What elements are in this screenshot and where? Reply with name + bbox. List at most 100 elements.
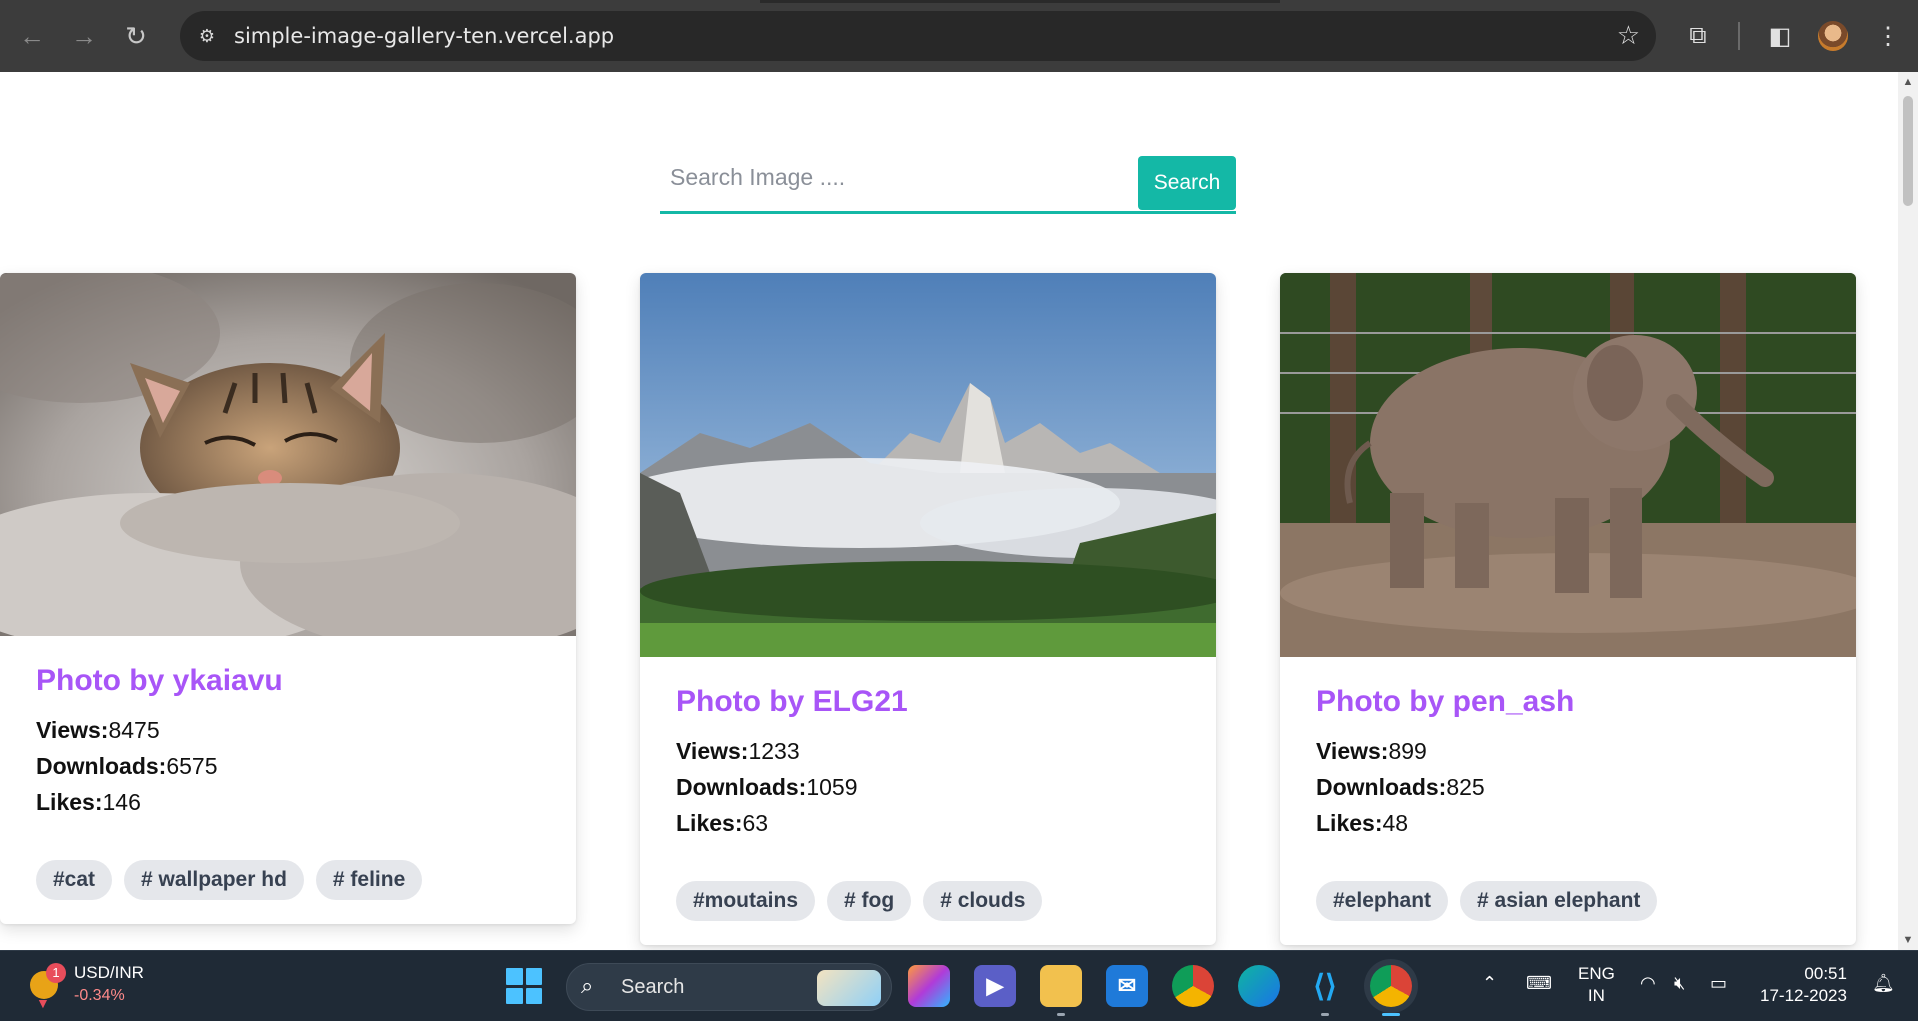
tag-chip[interactable]: # clouds (923, 881, 1043, 921)
scroll-up-arrow-icon[interactable]: ▲ (1902, 76, 1914, 88)
mountain-photo (640, 273, 1216, 657)
tag-chip[interactable]: #elephant (1316, 881, 1449, 921)
edge-icon[interactable] (1238, 965, 1280, 1007)
scroll-down-arrow-icon[interactable]: ▼ (1902, 934, 1914, 946)
search-form: Search (660, 144, 1236, 214)
extensions-icon[interactable]: ⧉ (1680, 18, 1716, 54)
windows-taskbar: 1 ▼ USD/INR -0.34% ⌕ Search ▶ ✉ ⟨⟩ ⌃ ⌨ E… (0, 950, 1918, 1021)
likes-label: Likes: (1316, 810, 1383, 836)
views-value: 1233 (748, 738, 800, 764)
likes-label: Likes: (676, 810, 743, 836)
notification-badge: 1 (46, 963, 66, 983)
side-panel-icon[interactable]: ◧ (1762, 18, 1798, 54)
clock-time: 00:51 (1804, 964, 1847, 983)
site-info-icon[interactable]: ⚙ (194, 23, 220, 49)
vscode-icon[interactable]: ⟨⟩ (1304, 965, 1346, 1007)
profile-avatar[interactable] (1818, 21, 1848, 51)
clock[interactable]: 00:51 17-12-2023 (1760, 963, 1847, 1007)
views-stat: Views:8475 (36, 712, 540, 748)
toolbar-divider (1738, 22, 1740, 50)
card-image[interactable] (1280, 273, 1856, 657)
views-label: Views: (676, 738, 749, 764)
card-title: Photo by pen_ash (1316, 685, 1575, 718)
running-indicator (1321, 1013, 1329, 1016)
likes-value: 146 (102, 789, 141, 815)
tag-chip[interactable]: #moutains (676, 881, 816, 921)
down-arrow-icon: ▼ (36, 995, 50, 1011)
battery-icon[interactable]: ▭ (1710, 973, 1727, 994)
card-image[interactable] (640, 273, 1216, 657)
menu-dots-icon[interactable]: ⋮ (1870, 18, 1906, 54)
active-indicator (1382, 1013, 1400, 1016)
keyboard-icon[interactable]: ⌨ (1526, 973, 1552, 994)
likes-stat: Likes:146 (36, 784, 540, 820)
views-stat: Views:899 (1316, 733, 1820, 769)
views-value: 8475 (108, 717, 160, 743)
currency-pair[interactable]: USD/INR (74, 963, 144, 983)
address-bar[interactable]: ⚙ simple-image-gallery-ten.vercel.app ☆ (180, 11, 1656, 61)
search-button[interactable]: Search (1138, 156, 1236, 210)
copilot-icon[interactable] (908, 965, 950, 1007)
image-card: Photo by ELG21 Views:1233 Downloads:1059… (640, 273, 1216, 945)
page-scrollbar[interactable]: ▲ ▼ (1898, 72, 1918, 950)
file-explorer-icon[interactable] (1040, 965, 1082, 1007)
tag-list: #moutains # fog # clouds (640, 841, 1216, 945)
downloads-stat: Downloads:1059 (676, 769, 1180, 805)
tag-chip[interactable]: # feline (315, 860, 423, 900)
back-icon[interactable]: ← (14, 18, 50, 54)
notification-bell-icon[interactable]: 🔔︎ (1872, 973, 1895, 994)
card-image[interactable] (0, 273, 576, 636)
downloads-label: Downloads: (676, 774, 807, 800)
downloads-stat: Downloads:825 (1316, 769, 1820, 805)
wifi-icon[interactable]: ◠ (1640, 973, 1656, 994)
search-input[interactable] (660, 144, 1120, 210)
forward-icon[interactable]: → (66, 18, 102, 54)
likes-stat: Likes:48 (1316, 805, 1820, 841)
downloads-label: Downloads: (1316, 774, 1447, 800)
search-icon: ⌕ (581, 973, 594, 998)
downloads-value: 1059 (806, 774, 858, 800)
tag-chip[interactable]: # wallpaper hd (124, 860, 304, 900)
tray-overflow-icon[interactable]: ⌃ (1482, 973, 1497, 994)
downloads-value: 6575 (166, 753, 218, 779)
chrome-profile-icon[interactable] (1370, 965, 1412, 1007)
search-highlight-icon (817, 970, 881, 1006)
teams-meet-icon[interactable]: ▶ (974, 965, 1016, 1007)
taskbar-search-label: Search (621, 976, 685, 998)
downloads-label: Downloads: (36, 753, 167, 779)
url-text[interactable]: simple-image-gallery-ten.vercel.app (234, 24, 614, 48)
windows-start-icon[interactable] (506, 968, 542, 1004)
likes-label: Likes: (36, 789, 103, 815)
card-title: Photo by ykaiavu (36, 664, 283, 697)
currency-change: -0.34% (74, 987, 125, 1004)
tag-chip[interactable]: #cat (36, 860, 113, 900)
currency-widget[interactable]: 1 ▼ (26, 963, 66, 1011)
reload-icon[interactable]: ↻ (118, 18, 154, 54)
tag-chip[interactable]: # asian elephant (1460, 881, 1658, 921)
volume-muted-icon[interactable]: 🔇︎ (1674, 973, 1685, 994)
scroll-thumb[interactable] (1903, 96, 1913, 206)
language-code: ENG (1578, 964, 1615, 983)
bookmark-star-icon[interactable]: ☆ (1617, 20, 1640, 51)
page-viewport: Search Image .... Search Photo by ykaiav… (0, 72, 1898, 950)
views-stat: Views:1233 (676, 733, 1180, 769)
views-value: 899 (1388, 738, 1427, 764)
chrome-icon[interactable] (1172, 965, 1214, 1007)
tag-list: #elephant # asian elephant (1280, 841, 1856, 945)
cat-photo (0, 273, 576, 636)
elephant-photo (1280, 273, 1856, 657)
browser-toolbar: ← → ↻ ⚙ simple-image-gallery-ten.vercel.… (0, 0, 1918, 72)
tag-chip[interactable]: # fog (827, 881, 912, 921)
likes-stat: Likes:63 (676, 805, 1180, 841)
region-code: IN (1587, 986, 1605, 1005)
likes-value: 48 (1382, 810, 1409, 836)
likes-value: 63 (742, 810, 769, 836)
tab-strip-edge (760, 0, 1280, 3)
clock-date: 17-12-2023 (1760, 986, 1847, 1005)
taskbar-search[interactable]: ⌕ Search (566, 963, 892, 1011)
downloads-stat: Downloads:6575 (36, 748, 540, 784)
running-indicator (1057, 1013, 1065, 1016)
mail-icon[interactable]: ✉ (1106, 965, 1148, 1007)
image-card: Photo by pen_ash Views:899 Downloads:825… (1280, 273, 1856, 945)
language-indicator[interactable]: ENG IN (1578, 963, 1615, 1007)
